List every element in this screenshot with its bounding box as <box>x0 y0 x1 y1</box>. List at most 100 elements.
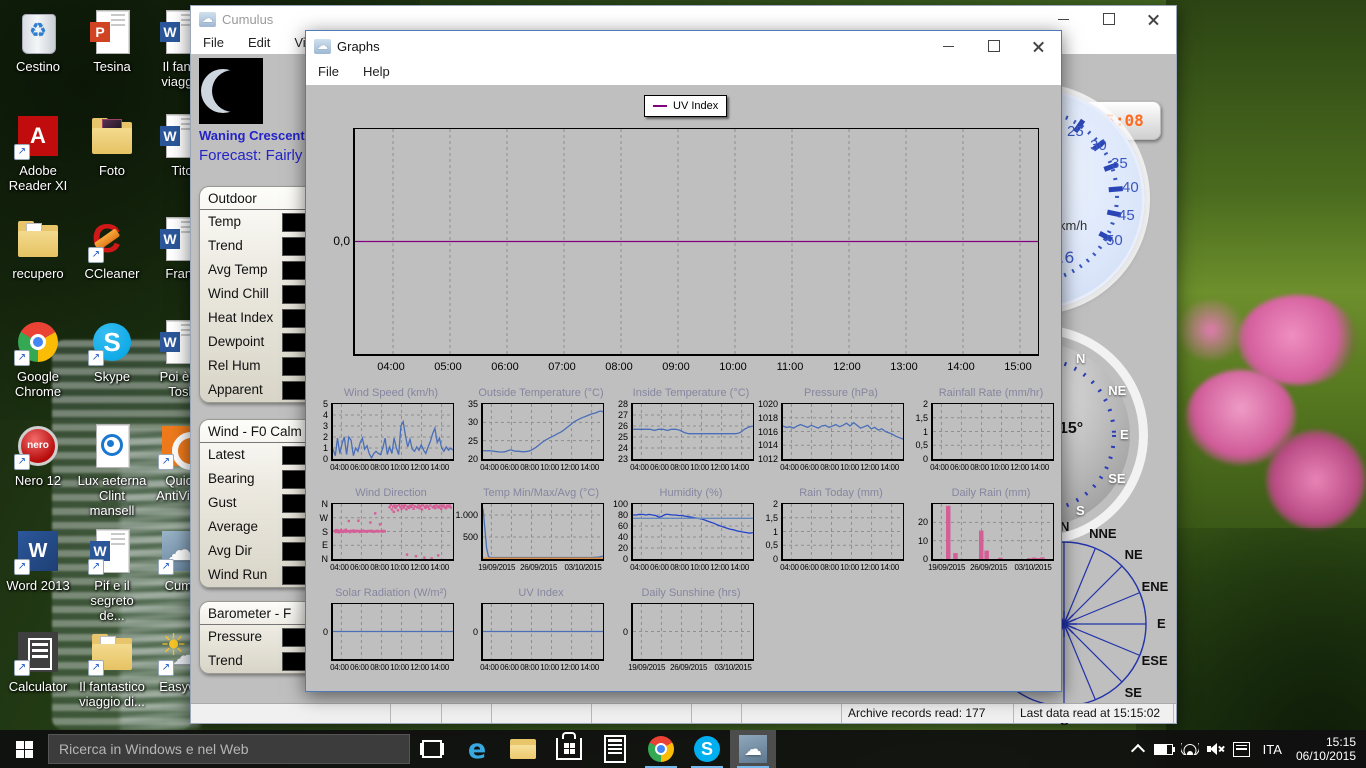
panel-item-latest[interactable]: Latest <box>200 443 314 467</box>
main-x-tick-label: 13:00 <box>882 361 926 373</box>
y-tick-label: 1016 <box>748 427 778 437</box>
chart-legend: UV Index <box>644 95 727 117</box>
graphs-menu-help[interactable]: Help <box>351 61 402 85</box>
windrose-label-e: E <box>1157 616 1166 631</box>
cumulus-close-button[interactable] <box>1131 6 1176 32</box>
desktop-icon-cestino[interactable]: ♻Cestino <box>2 8 74 74</box>
panel-item-avg-temp[interactable]: Avg Temp <box>200 258 314 282</box>
desktop-icon-label: Adobe Reader XI <box>2 163 74 193</box>
panel-item-bearing[interactable]: Bearing <box>200 467 314 491</box>
taskbar-skype[interactable]: S <box>684 730 730 768</box>
graphs-maximize-button[interactable] <box>971 31 1016 61</box>
panel-item-dewpoint[interactable]: Dewpoint <box>200 330 314 354</box>
panel-item-gust[interactable]: Gust <box>200 491 314 515</box>
panel-item-apparent[interactable]: Apparent <box>200 378 314 402</box>
taskbar-chrome[interactable] <box>638 730 684 768</box>
chart-plot-area <box>481 503 604 561</box>
status-segment <box>692 704 742 723</box>
desktop-icon-ccleaner[interactable]: C↗CCleaner <box>76 215 148 281</box>
panel-item-trend[interactable]: Trend <box>200 649 314 673</box>
taskbar-file-explorer[interactable] <box>500 730 546 768</box>
cumulus-menu-file[interactable]: File <box>191 32 236 54</box>
taskbar-cumulus[interactable]: ☁ <box>730 730 776 768</box>
panel-item-heat-index[interactable]: Heat Index <box>200 306 314 330</box>
task-view-button[interactable] <box>410 730 454 768</box>
skype-icon: S <box>694 736 720 762</box>
graphs-minimize-button[interactable] <box>926 31 971 61</box>
windrose-label-ese: ESE <box>1142 653 1168 668</box>
panel-item-temp[interactable]: Temp <box>200 210 314 234</box>
main-x-tick-label: 09:00 <box>654 361 698 373</box>
desktop-icon-il-fantastico-viaggio-di[interactable]: ↗Il fantastico viaggio di... <box>76 628 148 709</box>
desktop-icon-lux-aeterna-clint-mansell[interactable]: Lux aeterna Clint mansell <box>76 422 148 518</box>
y-tick-label: 3 <box>298 421 328 431</box>
panel-item-average[interactable]: Average <box>200 515 314 539</box>
status-bar: Archive records read: 177Last data read … <box>191 703 1176 723</box>
main-x-tick-label: 14:00 <box>939 361 983 373</box>
desktop-icon-label: Word 2013 <box>2 578 74 593</box>
taskbar-store[interactable] <box>546 730 592 768</box>
desktop-icon-tesina[interactable]: PTesina <box>76 8 148 74</box>
desktop-icon-skype[interactable]: S↗Skype <box>76 318 148 384</box>
panel-item-wind-run[interactable]: Wind Run <box>200 563 314 587</box>
taskbar: e S ☁ ITA 15:15 06/10/2015 <box>0 730 1366 768</box>
shortcut-arrow-icon: ↗ <box>14 454 30 470</box>
desktop-icon-word-2013[interactable]: W↗Word 2013 <box>2 527 74 593</box>
panel-item-wind-chill[interactable]: Wind Chill <box>200 282 314 306</box>
desktop-icon-adobe-reader-xi[interactable]: A↗Adobe Reader XI <box>2 112 74 193</box>
main-chart-y-label: 0,0 <box>322 234 350 248</box>
y-tick-label: 0 <box>598 627 628 637</box>
start-button[interactable] <box>0 730 48 768</box>
shortcut-arrow-icon: ↗ <box>158 454 174 470</box>
shortcut-arrow-icon: ↗ <box>88 247 104 263</box>
y-tick-label: 0 <box>448 627 478 637</box>
graphs-app-icon: ☁ <box>314 39 331 54</box>
desktop-icon-calculator[interactable]: ↗Calculator <box>2 628 74 694</box>
x-tick-label: 14:00 <box>718 563 762 572</box>
gauge-tick-label: 50 <box>1106 232 1123 249</box>
desktop-icon-nero-12[interactable]: nero↗Nero 12 <box>2 422 74 488</box>
tray-language[interactable]: ITA <box>1255 742 1290 757</box>
legend-label: UV Index <box>673 100 718 112</box>
x-tick-label: 14:00 <box>868 463 912 472</box>
panel-item-trend[interactable]: Trend <box>200 234 314 258</box>
action-center-icon <box>1233 742 1250 757</box>
minimize-icon <box>1058 19 1069 20</box>
cumulus-menu-edit[interactable]: Edit <box>236 32 282 54</box>
y-tick-label: 1,5 <box>748 513 778 523</box>
desktop-icon-label: Lux aeterna Clint mansell <box>76 473 148 518</box>
chart-plot-area <box>331 503 454 561</box>
cumulus-titlebar[interactable]: ☁ Cumulus <box>191 6 1176 32</box>
cumulus-maximize-button[interactable] <box>1086 6 1131 32</box>
taskbar-edge[interactable]: e <box>454 730 500 768</box>
desktop-icon-label: Calculator <box>2 679 74 694</box>
search-input[interactable] <box>48 734 410 764</box>
panel-item-avg-dir[interactable]: Avg Dir <box>200 539 314 563</box>
desktop-icon-recupero[interactable]: recupero <box>2 215 74 281</box>
desktop-icon-google-chrome[interactable]: ↗Google Chrome <box>2 318 74 399</box>
x-tick-label: 14:00 <box>418 563 462 572</box>
desktop-icon-pif-e-il-segreto-de[interactable]: W↗Pif e il segreto de... <box>76 527 148 623</box>
panel-item-rel-hum[interactable]: Rel Hum <box>200 354 314 378</box>
graphs-close-button[interactable] <box>1016 31 1061 61</box>
y-tick-label: 10 <box>898 536 928 546</box>
tray-clock[interactable]: 15:15 06/10/2015 <box>1290 735 1366 763</box>
tray-battery[interactable] <box>1151 730 1177 768</box>
wifi-icon <box>1181 743 1199 755</box>
panel-item-pressure[interactable]: Pressure <box>200 625 314 649</box>
y-tick-label: 4 <box>298 410 328 420</box>
graphs-menu-file[interactable]: File <box>306 61 351 85</box>
tray-volume[interactable] <box>1203 730 1229 768</box>
desktop-icon-foto[interactable]: Foto <box>76 112 148 178</box>
adobe-icon: A↗ <box>14 112 62 160</box>
y-tick-label: 26 <box>598 421 628 431</box>
y-tick-label: 2 <box>748 499 778 509</box>
cumulus-minimize-button[interactable] <box>1041 6 1086 32</box>
taskbar-calculator[interactable] <box>592 730 638 768</box>
tray-show-hidden[interactable] <box>1125 730 1151 768</box>
nero-icon: nero↗ <box>14 422 62 470</box>
tray-network[interactable] <box>1177 730 1203 768</box>
graphs-window-title: Graphs <box>337 39 380 54</box>
tray-action-center[interactable] <box>1229 730 1255 768</box>
graphs-titlebar[interactable]: ☁ Graphs <box>306 31 1061 61</box>
